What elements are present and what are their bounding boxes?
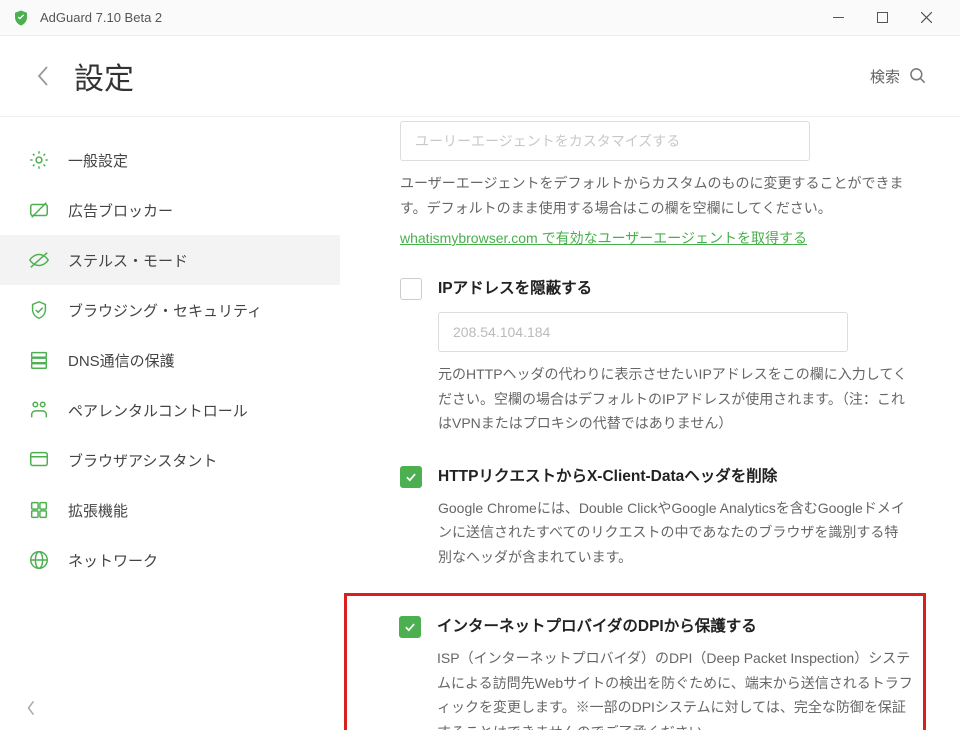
sidebar-item-label: ネットワーク: [68, 550, 158, 571]
dpi-row: インターネットプロバイダのDPIから保護する ISP（インターネットプロバイダ）…: [357, 614, 913, 730]
gear-icon: [28, 149, 50, 171]
search-label: 検索: [870, 66, 900, 87]
sidebar-item-label: 広告ブロッカー: [68, 200, 173, 221]
hide-ip-input[interactable]: 208.54.104.184: [438, 312, 848, 352]
dpi-highlight-box: インターネットプロバイダのDPIから保護する ISP（インターネットプロバイダ）…: [344, 593, 926, 730]
xclientdata-row: HTTPリクエストからX-Client-Dataヘッダを削除 Google Ch…: [400, 464, 910, 570]
hide-ip-desc: 元のHTTPヘッダの代わりに表示させたいIPアドレスをこの欄に入力してください。…: [438, 362, 910, 436]
maximize-button[interactable]: [860, 0, 904, 36]
back-button[interactable]: [32, 65, 54, 87]
close-button[interactable]: [904, 0, 948, 36]
sidebar-item-label: 一般設定: [68, 150, 128, 171]
dpi-desc: ISP（インターネットプロバイダ）のDPI（Deep Packet Inspec…: [437, 646, 913, 730]
titlebar-title: AdGuard 7.10 Beta 2: [40, 10, 816, 25]
sidebar-item-assistant[interactable]: ブラウザアシスタント: [0, 435, 340, 485]
xclientdata-desc: Google Chromeには、Double ClickやGoogle Anal…: [438, 496, 910, 570]
xclientdata-title: HTTPリクエストからX-Client-Dataヘッダを削除: [438, 464, 910, 486]
hide-ip-row: IPアドレスを隠蔽する 208.54.104.184 元のHTTPヘッダの代わり…: [400, 276, 910, 436]
sidebar-item-stealth[interactable]: ステルス・モード: [0, 235, 340, 285]
sidebar-item-label: ブラウジング・セキュリティ: [68, 300, 262, 321]
browser-icon: [28, 449, 50, 471]
search-icon: [908, 66, 928, 86]
page-body: 一般設定 広告ブロッカー ステルス・モード ブラウジング・セキュリティ DNS通: [0, 116, 960, 730]
page-title: 設定: [74, 54, 870, 98]
sidebar-collapse-button[interactable]: [24, 698, 44, 718]
dns-icon: [28, 349, 50, 371]
search-button[interactable]: 検索: [870, 66, 928, 87]
adblock-icon: [28, 199, 50, 221]
stealth-icon: [28, 249, 50, 271]
sidebar-item-label: DNS通信の保護: [68, 350, 175, 371]
sidebar-item-network[interactable]: ネットワーク: [0, 535, 340, 585]
shield-icon: [28, 299, 50, 321]
sidebar-item-browsing-security[interactable]: ブラウジング・セキュリティ: [0, 285, 340, 335]
user-agent-placeholder: ユーリーエージェントをカスタマイズする: [415, 131, 680, 151]
sidebar-item-extensions[interactable]: 拡張機能: [0, 485, 340, 535]
sidebar-item-label: ペアレンタルコントロール: [68, 400, 248, 421]
content-pane: ユーリーエージェントをカスタマイズする ユーザーエージェントをデフォルトからカス…: [340, 117, 960, 730]
hide-ip-checkbox[interactable]: [400, 278, 422, 300]
sidebar-item-label: 拡張機能: [68, 500, 128, 521]
user-agent-input[interactable]: ユーリーエージェントをカスタマイズする: [400, 121, 810, 161]
minimize-button[interactable]: [816, 0, 860, 36]
sidebar-item-dns[interactable]: DNS通信の保護: [0, 335, 340, 385]
dpi-title: インターネットプロバイダのDPIから保護する: [437, 614, 913, 636]
hide-ip-placeholder: 208.54.104.184: [453, 324, 550, 340]
globe-icon: [28, 549, 50, 571]
hide-ip-title: IPアドレスを隠蔽する: [438, 276, 910, 298]
page-header: 設定 検索: [0, 36, 960, 116]
sidebar-item-label: ブラウザアシスタント: [68, 450, 217, 471]
app-logo-icon: [12, 9, 30, 27]
sidebar-item-label: ステルス・モード: [68, 250, 188, 271]
titlebar: AdGuard 7.10 Beta 2: [0, 0, 960, 36]
sidebar-item-parental[interactable]: ペアレンタルコントロール: [0, 385, 340, 435]
sidebar-item-general[interactable]: 一般設定: [0, 135, 340, 185]
sidebar: 一般設定 広告ブロッカー ステルス・モード ブラウジング・セキュリティ DNS通: [0, 117, 340, 730]
xclientdata-checkbox[interactable]: [400, 466, 422, 488]
user-agent-desc: ユーザーエージェントをデフォルトからカスタムのものに変更することができます。デフ…: [400, 171, 910, 220]
parental-icon: [28, 399, 50, 421]
sidebar-item-adblocker[interactable]: 広告ブロッカー: [0, 185, 340, 235]
grid-icon: [28, 499, 50, 521]
dpi-checkbox[interactable]: [399, 616, 421, 638]
user-agent-link[interactable]: whatismybrowser.com で有効なユーザーエージェントを取得する: [400, 228, 807, 248]
